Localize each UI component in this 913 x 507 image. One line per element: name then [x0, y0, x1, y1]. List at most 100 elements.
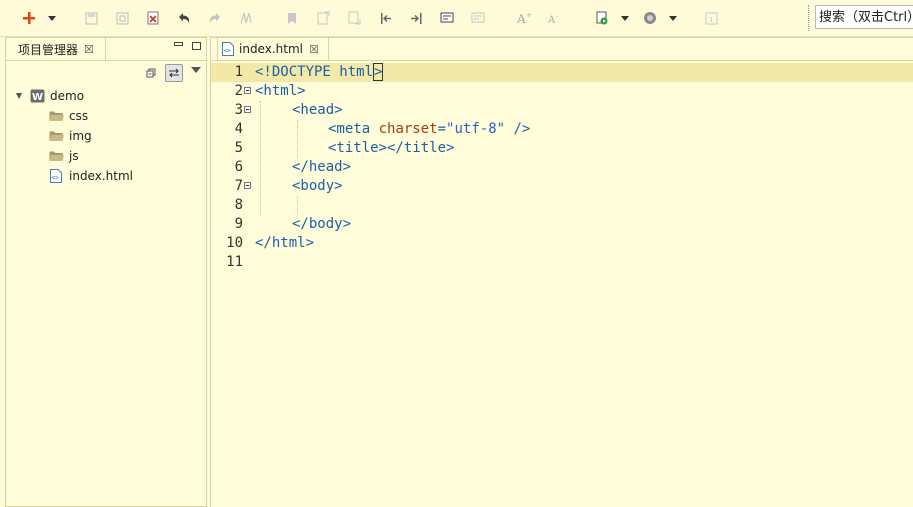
- view-menu-icon[interactable]: [191, 67, 201, 73]
- close-icon[interactable]: ☒: [84, 43, 94, 56]
- comment-icon[interactable]: [438, 9, 456, 27]
- code-line[interactable]: 1 <!DOCTYPE html>: [211, 63, 913, 82]
- code-line[interactable]: 7 <body>: [211, 177, 913, 196]
- tree-item-js[interactable]: js: [48, 146, 79, 166]
- svg-text:-: -: [556, 13, 559, 21]
- line-text: </html>: [255, 235, 315, 251]
- code-line[interactable]: 10 </html>: [211, 234, 913, 253]
- tree-item-label: demo: [50, 89, 85, 103]
- maximize-icon[interactable]: [192, 42, 201, 50]
- line-number: 1: [234, 64, 243, 80]
- tree-item-label: img: [69, 129, 92, 143]
- tree-item-label: css: [69, 109, 89, 123]
- minimize-icon[interactable]: [174, 42, 183, 46]
- collapse-all-icon[interactable]: [142, 64, 160, 82]
- tree-item-label: index.html: [69, 169, 133, 183]
- run-dropdown-arrow-icon[interactable]: [621, 16, 629, 21]
- line-number: 11: [226, 254, 243, 270]
- line-text: <meta charset="utf-8" />: [328, 121, 531, 137]
- publish-icon[interactable]: [641, 9, 659, 27]
- tree-item-label: js: [69, 149, 79, 163]
- line-text: <head>: [292, 102, 343, 118]
- fold-toggle-icon[interactable]: [244, 87, 251, 94]
- code-editor: <> index.html ☒ 1 <!DOCTYPE html> 2 <htm…: [210, 37, 913, 507]
- line-number: 2: [234, 83, 243, 99]
- search-input[interactable]: 搜索（双击Ctrl）: [815, 5, 913, 29]
- toolbar-separator: [808, 5, 809, 31]
- plugin-icon[interactable]: 1: [702, 9, 720, 27]
- line-number: 5: [234, 140, 243, 156]
- folder-icon: [48, 148, 64, 164]
- tree-item-demo[interactable]: W demo: [29, 86, 84, 106]
- save-icon[interactable]: [82, 9, 100, 27]
- line-number: 10: [226, 235, 243, 251]
- folder-icon: [48, 128, 64, 144]
- tree-item-img[interactable]: img: [48, 126, 92, 146]
- tree-item-index-html[interactable]: <> index.html: [48, 166, 133, 186]
- fold-toggle-icon[interactable]: [244, 106, 251, 113]
- html-file-icon: <>: [222, 42, 234, 56]
- line-text: <!DOCTYPE html>: [255, 63, 384, 81]
- uncomment-icon[interactable]: [469, 9, 487, 27]
- line-number: 9: [234, 216, 243, 232]
- line-number: 4: [234, 121, 243, 137]
- save-all-icon[interactable]: [113, 9, 131, 27]
- panel-toolbar: [6, 61, 206, 83]
- code-line[interactable]: 9 </body>: [211, 215, 913, 234]
- svg-text:W: W: [32, 92, 43, 103]
- svg-text:1: 1: [709, 16, 713, 24]
- line-number: 7: [234, 178, 243, 194]
- redo-icon[interactable]: [206, 9, 224, 27]
- run-browser-icon[interactable]: [593, 9, 611, 27]
- tree-expand-toggle-icon[interactable]: [16, 93, 22, 99]
- svg-text:<>: <>: [224, 48, 232, 55]
- goto-start-icon[interactable]: [376, 9, 394, 27]
- undo-icon[interactable]: [175, 9, 193, 27]
- line-text: <html>: [255, 83, 306, 99]
- prev-bookmark-icon[interactable]: [314, 9, 332, 27]
- line-text: </body>: [292, 216, 352, 232]
- code-line[interactable]: 5 <title></title>: [211, 139, 913, 158]
- svg-text:+: +: [526, 11, 532, 19]
- project-explorer-panel: 项目管理器 ☒ W demo css img js <> index.html: [5, 37, 207, 507]
- new-icon[interactable]: [20, 9, 38, 27]
- code-line[interactable]: 8: [211, 196, 913, 215]
- tab-project-explorer[interactable]: 项目管理器 ☒: [6, 38, 106, 60]
- publish-dropdown-arrow-icon[interactable]: [669, 16, 677, 21]
- folder-icon: [48, 108, 64, 124]
- tab-project-explorer-label: 项目管理器: [18, 42, 79, 57]
- line-text: </head>: [292, 159, 352, 175]
- tab-index-html[interactable]: <> index.html ☒: [217, 38, 329, 60]
- editor-tabbar: <> index.html ☒: [211, 38, 913, 61]
- line-text: <body>: [292, 178, 343, 194]
- link-with-editor-icon[interactable]: [165, 64, 183, 82]
- line-number: 6: [234, 159, 243, 175]
- line-number: 3: [234, 102, 243, 118]
- editor-tab-label: index.html: [239, 42, 303, 56]
- panel-tabbar: 项目管理器 ☒: [6, 38, 206, 61]
- svg-text:A: A: [516, 12, 526, 25]
- font-decrease-icon[interactable]: A-: [546, 9, 564, 27]
- goto-end-icon[interactable]: [407, 9, 425, 27]
- font-increase-icon[interactable]: A +: [515, 9, 533, 27]
- bookmark-icon[interactable]: [283, 9, 301, 27]
- svg-text:<>: <>: [52, 175, 60, 182]
- main-toolbar: A + A- 1 搜索（双击Ctrl）: [0, 0, 913, 37]
- next-bookmark-icon[interactable]: [345, 9, 363, 27]
- close-file-icon[interactable]: [144, 9, 162, 27]
- svg-text:A: A: [547, 15, 556, 25]
- tree-item-css[interactable]: css: [48, 106, 88, 126]
- close-icon[interactable]: ☒: [309, 43, 319, 56]
- code-line[interactable]: 4 <meta charset="utf-8" />: [211, 120, 913, 139]
- new-dropdown-arrow-icon[interactable]: [48, 16, 56, 21]
- code-line[interactable]: 2 <html>: [211, 82, 913, 101]
- line-number: 8: [234, 197, 243, 213]
- html-file-icon: <>: [48, 168, 64, 184]
- fold-toggle-icon[interactable]: [244, 182, 251, 189]
- code-line[interactable]: 3 <head>: [211, 101, 913, 120]
- code-line[interactable]: 11: [211, 253, 913, 272]
- format-icon[interactable]: [237, 9, 255, 27]
- line-text: <title></title>: [328, 140, 455, 156]
- web-project-icon: W: [29, 88, 45, 104]
- code-line[interactable]: 6 </head>: [211, 158, 913, 177]
